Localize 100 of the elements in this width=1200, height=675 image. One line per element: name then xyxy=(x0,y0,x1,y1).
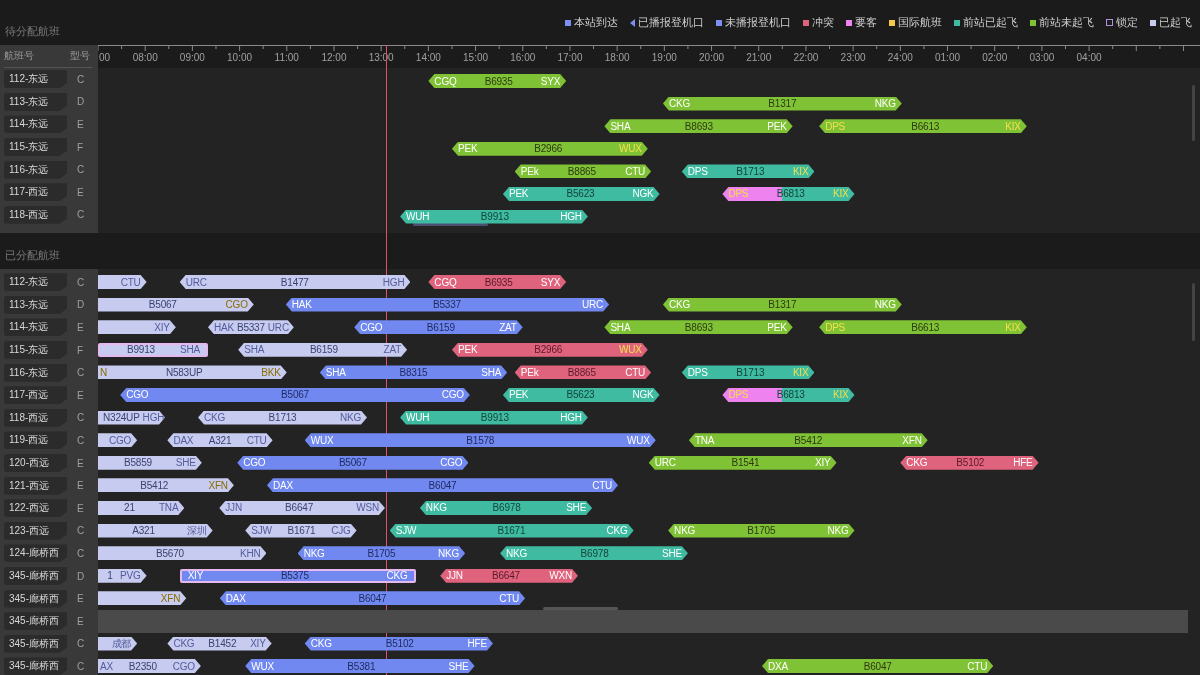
flight-number: B8865 xyxy=(567,366,596,378)
airport-code: DPS xyxy=(687,165,708,177)
airport-code: DAX xyxy=(225,592,246,604)
flight-number: A321 xyxy=(132,525,155,537)
airport-code: SJW xyxy=(395,525,417,537)
flight-number: B1705 xyxy=(367,547,396,559)
column-header: 航班号 xyxy=(4,49,34,63)
tick-label: 20:00 xyxy=(699,52,725,63)
airport-code: 深圳 xyxy=(187,523,207,538)
flight-number: B6647 xyxy=(285,502,313,514)
airport-code: CKG xyxy=(386,570,408,582)
gate-label: 121-西远 xyxy=(4,476,67,495)
airport-code: CGQ xyxy=(434,276,457,288)
airport-code: PEK xyxy=(767,321,787,333)
airport-code: CKG xyxy=(204,412,226,424)
gate-label: 112-东远 xyxy=(4,70,67,89)
flight-number: B2350 xyxy=(128,660,157,672)
aircraft-type: F xyxy=(77,344,84,356)
airport-code: CTU xyxy=(120,276,141,288)
flight-number: B5067 xyxy=(148,299,177,311)
aircraft-type: C xyxy=(77,412,85,424)
gate-label: 118-西远 xyxy=(4,205,67,224)
airport-code: NKG xyxy=(874,98,896,110)
aircraft-type: E xyxy=(77,615,84,627)
airport-code: DXA xyxy=(768,660,788,672)
airport-code: DPS xyxy=(728,389,749,401)
airport-code: PEK xyxy=(457,143,478,155)
airport-code: URC xyxy=(582,299,604,311)
airport-code: HGH xyxy=(382,276,405,288)
gate-label: 117-西远 xyxy=(4,386,67,405)
aircraft-type: D xyxy=(77,96,85,108)
tick-label: 15:00 xyxy=(463,52,489,63)
flight-number: B8693 xyxy=(684,321,713,333)
tick-label: 22:00 xyxy=(793,52,819,63)
tick-label: 03:00 xyxy=(1029,52,1055,63)
gate-label: 119-西远 xyxy=(4,431,67,450)
aircraft-type: E xyxy=(77,119,84,130)
flight-number: B6047 xyxy=(358,592,387,604)
tick-label: 02:00 xyxy=(982,52,1008,63)
tick-label: 24:00 xyxy=(887,52,913,63)
airport-code: CTU xyxy=(246,434,267,446)
airport-code: KIX xyxy=(833,389,849,401)
airport-code: TNA xyxy=(694,434,715,446)
airport-code: CGO xyxy=(243,457,266,469)
airport-code: WSN xyxy=(356,502,379,514)
section-title: 待分配航班 xyxy=(4,24,60,39)
flight-number: B8693 xyxy=(684,120,713,132)
airport-code: XIY xyxy=(815,457,831,469)
airport-code: DPS xyxy=(687,366,708,378)
aircraft-type: C xyxy=(77,660,85,672)
flight-number: B1452 xyxy=(208,638,237,649)
airport-code: XFN xyxy=(902,434,922,446)
tick-label: 14:00 xyxy=(415,52,441,63)
gate-label: 345-廊桥西 xyxy=(4,612,67,631)
flight-number: B1713 xyxy=(736,366,765,378)
airport-code: CKG xyxy=(906,457,928,469)
airport-code: XIY xyxy=(154,321,170,333)
airport-code: 成都 xyxy=(111,636,132,651)
airport-code: CKG xyxy=(310,638,332,649)
airport-code: PVG xyxy=(120,570,141,582)
tick-label: 10:00 xyxy=(227,52,253,63)
aircraft-type: C xyxy=(77,547,85,559)
flight-number: B5102 xyxy=(385,638,414,649)
airport-code: DPS xyxy=(825,321,846,333)
airport-code: ZAT xyxy=(383,344,402,356)
airport-code: PEk xyxy=(520,165,539,177)
airport-code: SHA xyxy=(481,366,502,378)
aircraft-type: F xyxy=(77,141,84,153)
airport-code: NKG xyxy=(674,525,696,537)
gate-label: 116-东远 xyxy=(4,160,67,179)
gate-label: 122-西远 xyxy=(4,499,67,518)
airport-code: HAK xyxy=(213,321,234,333)
flight-number: B9913 xyxy=(480,211,509,223)
airport-code: NKG xyxy=(506,547,528,559)
flight-number: B5670 xyxy=(156,547,184,559)
airport-code: CKG xyxy=(668,98,690,110)
airport-code: SYX xyxy=(540,75,561,87)
airport-code: PEk xyxy=(520,366,539,378)
gate-label: 112-东远 xyxy=(4,273,67,292)
aircraft-type: E xyxy=(77,389,84,401)
legend-label: 要客 xyxy=(855,15,877,30)
aircraft-type: C xyxy=(77,164,85,176)
flight-number: B6647 xyxy=(492,570,520,582)
gate-label: 114-东远 xyxy=(4,115,67,134)
aircraft-type: E xyxy=(77,322,84,333)
airport-code: NKG xyxy=(339,412,361,424)
airport-code: CKG xyxy=(173,638,195,649)
tick-label: 00 xyxy=(99,52,111,63)
gate-label: 118-西远 xyxy=(4,408,67,427)
airport-code: DAX xyxy=(173,434,194,446)
airport-code: XFN xyxy=(160,592,181,604)
airport-code: NKG xyxy=(425,502,447,514)
aircraft-type: E xyxy=(77,593,84,605)
flight-number: B6159 xyxy=(426,321,455,333)
airport-code: AX xyxy=(100,660,113,672)
flight-number: B1705 xyxy=(747,525,776,537)
airport-code: SHA xyxy=(610,120,631,132)
airport-code: BKK xyxy=(261,366,281,378)
airport-code: KIX xyxy=(1005,321,1021,333)
airport-code: SHA xyxy=(610,321,631,333)
